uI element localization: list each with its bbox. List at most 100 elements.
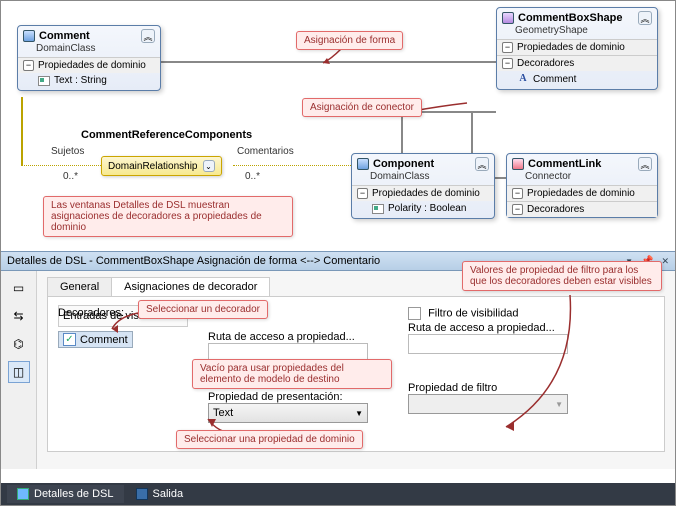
component-class-box[interactable]: Component ︽ DomainClass − Propiedades de…: [351, 153, 495, 219]
path-to-prop-label: Ruta de acceso a propiedad...: [208, 331, 388, 343]
callout-filter-values: Valores de propiedad de filtro para los …: [462, 261, 662, 291]
filter-column: Filtro de visibilidad Ruta de acceso a p…: [408, 329, 578, 414]
rel-right-mult: 0..*: [245, 171, 260, 182]
rel-dotted-vertical: [21, 97, 23, 165]
relationship-title: CommentReferenceComponents: [81, 129, 252, 141]
property-icon: [372, 204, 384, 214]
callout-shape-map: Asignación de forma: [296, 31, 403, 50]
collapse-icon[interactable]: ︽: [638, 157, 652, 171]
toggle-icon[interactable]: −: [512, 204, 523, 215]
decorators-list: ✓ Comment: [58, 329, 158, 348]
diagram-canvas: Comment ︽ DomainClass − Propiedades de d…: [1, 1, 675, 251]
commentlink-box[interactable]: CommentLink ︽ Connector − Propiedades de…: [506, 153, 658, 218]
filter-path-label: Ruta de acceso a propiedad...: [408, 322, 578, 334]
close-icon[interactable]: [661, 255, 669, 267]
filter-prop-combo[interactable]: ▼: [408, 394, 568, 414]
comment-section: − Propiedades de dominio: [18, 57, 160, 73]
filter-path-input[interactable]: [408, 334, 568, 354]
section-label: Decoradores: [517, 58, 574, 69]
cbs-decorator-item[interactable]: A Comment: [497, 71, 657, 89]
property-text: Polarity : Boolean: [388, 203, 466, 214]
rel-box-label: DomainRelationship: [108, 161, 198, 172]
decoradores-label: Decoradores:: [58, 307, 124, 319]
cl-sub: Connector: [507, 171, 657, 185]
rel-dotted-left: [21, 165, 101, 166]
comment-sub: DomainClass: [18, 43, 160, 57]
status-tab-dsl[interactable]: Detalles de DSL: [7, 485, 124, 503]
comment-title: Comment: [39, 30, 90, 42]
dsl-details-icon: [17, 488, 29, 500]
text-decorator-icon: A: [517, 73, 529, 85]
decorator-list-item[interactable]: ✓ Comment: [58, 331, 133, 348]
component-property[interactable]: Polarity : Boolean: [352, 201, 494, 218]
sidebar-btn-4[interactable]: ◫: [8, 361, 30, 383]
component-title: Component: [373, 158, 434, 170]
cl-section2: − Decoradores: [507, 201, 657, 217]
sidebar-btn-2[interactable]: ⇆: [8, 305, 30, 327]
output-icon: [136, 488, 148, 500]
toggle-icon[interactable]: −: [502, 42, 513, 53]
section-label: Propiedades de dominio: [527, 188, 635, 199]
comment-class-box[interactable]: Comment ︽ DomainClass − Propiedades de d…: [17, 25, 161, 91]
status-dsl-label: Detalles de DSL: [34, 488, 114, 500]
rel-right-role: Comentarios: [237, 146, 294, 157]
callout-select-domain-prop: Seleccionar una propiedad de dominio: [176, 430, 363, 449]
cl-title: CommentLink: [528, 158, 601, 170]
toggle-icon[interactable]: −: [502, 58, 513, 69]
display-prop-combo[interactable]: Text ▼: [208, 403, 368, 423]
section-label: Propiedades de dominio: [38, 60, 146, 71]
property-text: Text : String: [54, 75, 107, 86]
decorator-text: Comment: [533, 74, 576, 85]
toggle-icon[interactable]: −: [357, 188, 368, 199]
details-title: Detalles de DSL - CommentBoxShape Asigna…: [7, 255, 380, 267]
cbs-title: CommentBoxShape: [518, 12, 623, 24]
conn-vert-component: [401, 111, 403, 157]
rel-left-role: Sujetos: [51, 146, 84, 157]
visibility-filter-checkbox[interactable]: [408, 307, 421, 320]
toggle-icon[interactable]: −: [512, 188, 523, 199]
relationship-box[interactable]: DomainRelationship ⌄: [101, 156, 222, 176]
commentboxshape-box[interactable]: CommentBoxShape ︽ GeometryShape − Propie…: [496, 7, 658, 90]
class-icon: [23, 30, 35, 42]
form-panel: Decoradores: ✓ Comment Ruta de acceso a …: [47, 297, 665, 452]
class-icon: [357, 158, 369, 170]
status-tab-output[interactable]: Salida: [126, 485, 194, 503]
decorator-item-text: Comment: [80, 334, 128, 346]
shape-icon: [502, 12, 514, 24]
details-sidebar: ▭ ⇆ ⌬ ◫: [1, 271, 37, 469]
toggle-icon[interactable]: −: [23, 60, 34, 71]
status-output-label: Salida: [153, 488, 184, 500]
callout-select-decorator: Seleccionar un decorador: [138, 300, 268, 319]
tab-decorator-maps[interactable]: Asignaciones de decorador: [111, 277, 270, 296]
tab-general[interactable]: General: [47, 277, 112, 296]
sidebar-btn-1[interactable]: ▭: [8, 277, 30, 299]
section-label: Propiedades de dominio: [372, 188, 480, 199]
cbs-section2: − Decoradores: [497, 55, 657, 71]
component-sub: DomainClass: [352, 171, 494, 185]
visibility-filter-label: Filtro de visibilidad: [428, 307, 518, 319]
shape-map-connector: [161, 61, 496, 63]
sidebar-btn-3[interactable]: ⌬: [8, 333, 30, 355]
cbs-sub: GeometryShape: [497, 25, 657, 39]
collapse-icon[interactable]: ︽: [141, 29, 155, 43]
property-icon: [38, 76, 50, 86]
status-bar: Detalles de DSL Salida: [1, 483, 675, 505]
checkbox-icon[interactable]: ✓: [63, 333, 76, 346]
callout-connector-map: Asignación de conector: [302, 98, 422, 117]
callout-empty-target: Vacío para usar propiedades del elemento…: [192, 359, 392, 389]
collapse-icon[interactable]: ︽: [475, 157, 489, 171]
section-label: Decoradores: [527, 204, 584, 215]
component-section: − Propiedades de dominio: [352, 185, 494, 201]
expand-icon[interactable]: ⌄: [203, 160, 215, 172]
rel-left-mult: 0..*: [63, 171, 78, 182]
cbs-section1: − Propiedades de dominio: [497, 39, 657, 55]
section-label: Propiedades de dominio: [517, 42, 625, 53]
comment-property[interactable]: Text : String: [18, 73, 160, 90]
display-prop-label: Propiedad de presentación:: [208, 391, 388, 403]
chevron-down-icon: ▼: [555, 400, 563, 409]
filter-prop-label: Propiedad de filtro: [408, 382, 578, 394]
chevron-down-icon: ▼: [355, 409, 363, 418]
collapse-icon[interactable]: ︽: [638, 11, 652, 25]
callout-dsl-note: Las ventanas Detalles de DSL muestran as…: [43, 196, 293, 237]
display-prop-value: Text: [213, 407, 233, 419]
